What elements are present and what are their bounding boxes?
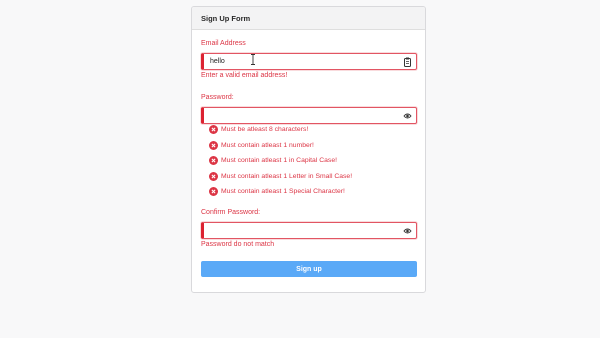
error-circle-icon xyxy=(209,124,218,134)
password-rule-item: Must contain atleast 1 Special Character… xyxy=(209,186,345,196)
password-input[interactable] xyxy=(201,107,417,124)
error-circle-icon xyxy=(209,186,218,196)
password-rule-item: Must contain atleast 1 number! xyxy=(209,140,314,150)
email-input[interactable]: hello xyxy=(201,53,417,70)
signup-card: Sign Up Form Email Address hello Enter a… xyxy=(191,6,426,293)
eye-icon[interactable] xyxy=(403,111,412,121)
error-circle-icon xyxy=(209,140,218,150)
email-input-value: hello xyxy=(210,58,225,65)
error-circle-icon xyxy=(209,171,218,181)
form-title: Sign Up Form xyxy=(201,13,251,23)
email-label: Email Address xyxy=(201,40,246,47)
password-rule-text: Must contain atleast 1 Special Character… xyxy=(221,187,345,195)
text-cursor-icon xyxy=(251,54,255,65)
error-circle-icon xyxy=(209,155,218,165)
password-rule-item: Must be atleast 8 characters! xyxy=(209,124,308,134)
clipboard-icon[interactable] xyxy=(403,57,412,67)
password-label: Password: xyxy=(201,94,234,101)
password-rule-text: Must be atleast 8 characters! xyxy=(221,125,309,133)
confirm-password-error: Password do not match xyxy=(201,241,275,248)
card-header: Sign Up Form xyxy=(192,7,425,30)
password-rule-text: Must contain atleast 1 Letter in Small C… xyxy=(221,172,353,180)
confirm-password-label: Confirm Password: xyxy=(201,209,261,216)
password-rule-item: Must contain atleast 1 Letter in Small C… xyxy=(209,171,352,181)
password-rule-item: Must contain atleast 1 in Capital Case! xyxy=(209,155,337,165)
password-rule-text: Must contain atleast 1 number! xyxy=(221,141,314,149)
email-error: Enter a valid email address! xyxy=(201,72,288,79)
page: Sign Up Form Email Address hello Enter a… xyxy=(0,0,600,338)
eye-icon[interactable] xyxy=(403,226,412,236)
confirm-password-input[interactable] xyxy=(201,222,417,239)
password-rule-text: Must contain atleast 1 in Capital Case! xyxy=(221,156,337,164)
signup-button[interactable]: Sign up xyxy=(201,261,417,277)
